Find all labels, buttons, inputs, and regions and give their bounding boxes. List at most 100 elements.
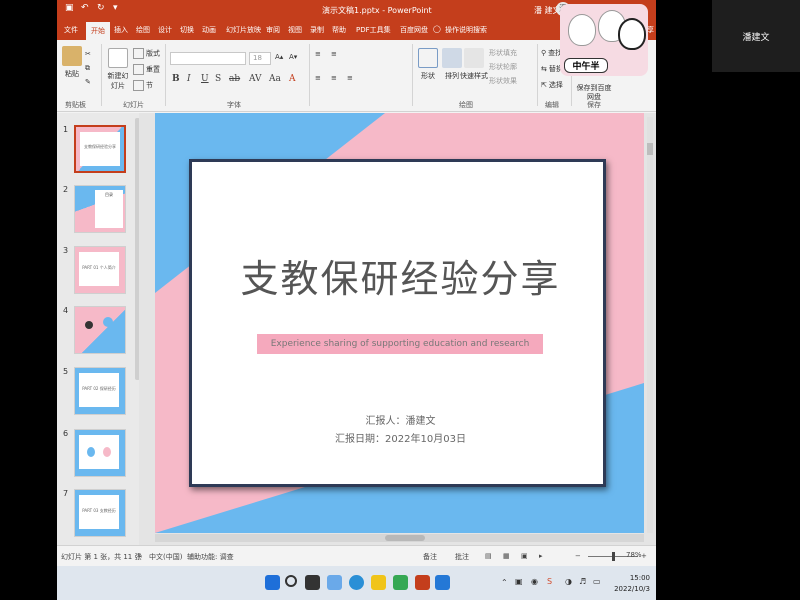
battery-icon[interactable]: ▭ [593, 577, 601, 586]
title-card: 支教保研经验分享 Experience sharing of supportin… [189, 159, 606, 487]
section-button[interactable]: 节 [133, 80, 153, 91]
tab-view[interactable]: 视图 [288, 25, 302, 35]
tray-app-icon[interactable]: ◉ [531, 577, 538, 586]
slide-thumbnail[interactable]: PART 02 保研经历 [74, 367, 126, 415]
tray-app-icon[interactable]: S [547, 577, 552, 586]
slide-title[interactable]: 支教保研经验分享 [192, 248, 609, 303]
slide-thumbnail[interactable]: PART 01 个人简介 [74, 246, 126, 294]
layout-button[interactable]: 版式 [133, 48, 160, 59]
tray-app-icon[interactable]: ▣ [515, 577, 523, 586]
numbering-icon[interactable]: ≡ [331, 50, 337, 58]
strikethrough-button[interactable]: ab [229, 74, 240, 84]
powerpoint-icon[interactable] [415, 575, 430, 590]
shapes-button[interactable]: 形状 [415, 48, 441, 81]
tab-baidu-netdisk[interactable]: 百度网盘 [400, 25, 428, 35]
bullets-icon[interactable]: ≡ [315, 50, 321, 58]
system-clock[interactable]: 15:00 2022/10/3 [610, 573, 650, 595]
slide-thumbnail[interactable]: 目录 [74, 185, 126, 233]
font-color-button[interactable]: A [289, 74, 296, 84]
zoom-level[interactable]: 78% [626, 551, 642, 559]
save-icon[interactable]: ▣ [65, 3, 74, 13]
copy-icon[interactable]: ⧉ [85, 64, 90, 73]
slide-thumbnail[interactable] [74, 429, 126, 477]
align-right-icon[interactable]: ≡ [347, 74, 353, 82]
tab-file[interactable]: 文件 [64, 25, 78, 35]
tab-slideshow[interactable]: 幻灯片放映 [226, 25, 261, 35]
start-icon[interactable] [265, 575, 280, 590]
divider [309, 44, 310, 106]
wifi-icon[interactable]: ◑ [565, 577, 572, 586]
notes-button[interactable]: 备注 [423, 552, 437, 562]
tray-chevron-icon[interactable]: ⌃ [501, 578, 508, 587]
quick-styles-button[interactable]: 快速样式 [460, 48, 488, 81]
panda-icon [618, 18, 646, 50]
tab-animations[interactable]: 动画 [202, 25, 216, 35]
zoom-out-icon[interactable]: − [575, 552, 581, 560]
normal-view-icon[interactable]: ▤ [485, 552, 492, 560]
slide-thumbnail[interactable]: PART 03 支教经历 [74, 489, 126, 537]
shape-outline-button[interactable]: 形状轮廓 [489, 62, 517, 72]
canvas-horizontal-scrollbar[interactable] [155, 534, 644, 542]
sorter-view-icon[interactable]: ▦ [503, 552, 510, 560]
task-view-icon[interactable] [305, 575, 320, 590]
find-button[interactable]: ⚲ 查找 [541, 48, 562, 58]
font-size-select[interactable]: 18 [249, 52, 271, 65]
tab-pdf-tools[interactable]: PDF工具集 [356, 25, 391, 35]
file-explorer-icon[interactable] [371, 575, 386, 590]
tab-draw[interactable]: 绘图 [136, 25, 150, 35]
shape-effects-button[interactable]: 形状效果 [489, 76, 517, 86]
undo-icon[interactable]: ↶ [81, 3, 89, 13]
tell-me-search[interactable]: 操作说明搜索 [445, 25, 487, 35]
spacing-button[interactable]: AV [249, 74, 262, 84]
underline-button[interactable]: U [201, 74, 209, 84]
shape-fill-button[interactable]: 形状填充 [489, 48, 517, 58]
search-icon[interactable] [285, 575, 297, 587]
italic-button[interactable]: I [187, 74, 191, 84]
reset-button[interactable]: 重置 [133, 64, 160, 75]
accessibility-status[interactable]: 辅助功能: 调查 [187, 552, 234, 562]
redo-icon[interactable]: ↻ [97, 3, 105, 13]
volume-icon[interactable]: ♬ [579, 577, 586, 586]
language-status[interactable]: 中文(中国) [149, 552, 182, 562]
tab-home[interactable]: 开始 [86, 22, 110, 40]
comments-button[interactable]: 批注 [455, 552, 469, 562]
slide-1[interactable]: 支教保研经验分享 Experience sharing of supportin… [155, 113, 644, 533]
slide-thumbnail[interactable] [74, 306, 126, 354]
tab-review[interactable]: 审阅 [266, 25, 280, 35]
participant-tile[interactable]: 潘建文 [712, 0, 800, 72]
report-date-text[interactable]: 汇报日期：2022年10月03日 [192, 430, 609, 445]
customize-icon[interactable]: ▾ [113, 3, 118, 13]
shadow-button[interactable]: S [215, 74, 221, 84]
tab-insert[interactable]: 插入 [114, 25, 128, 35]
slide-subtitle[interactable]: Experience sharing of supporting educati… [257, 334, 543, 354]
proofing-icon[interactable]: ✎ [137, 552, 143, 560]
canvas-vertical-scrollbar[interactable] [647, 117, 653, 533]
tab-help[interactable]: 帮助 [332, 25, 346, 35]
select-button[interactable]: ⇱ 选择 [541, 80, 563, 90]
cut-icon[interactable]: ✂ [85, 50, 91, 58]
scroll-thumb[interactable] [385, 535, 425, 541]
align-center-icon[interactable]: ≡ [331, 74, 337, 82]
decrease-font-icon[interactable]: A▾ [289, 53, 297, 61]
increase-font-icon[interactable]: A▴ [275, 53, 283, 61]
new-slide-button[interactable]: 新建幻灯片 [105, 48, 131, 91]
reading-view-icon[interactable]: ▣ [521, 552, 528, 560]
paste-button[interactable]: 粘贴 [59, 46, 85, 79]
slide-thumbnail[interactable]: 支教保研经验分享 [74, 125, 126, 173]
widgets-icon[interactable] [327, 575, 342, 590]
case-button[interactable]: Aa [269, 74, 281, 84]
wechat-icon[interactable] [393, 575, 408, 590]
format-painter-icon[interactable]: ✎ [85, 78, 91, 86]
reporter-text[interactable]: 汇报人：潘建文 [192, 412, 609, 427]
align-left-icon[interactable]: ≡ [315, 74, 321, 82]
slideshow-view-icon[interactable]: ▸ [539, 552, 543, 560]
tab-design[interactable]: 设计 [158, 25, 172, 35]
scroll-thumb[interactable] [647, 143, 653, 155]
edge-icon[interactable] [349, 575, 364, 590]
font-family-select[interactable] [170, 52, 246, 65]
tab-transitions[interactable]: 切换 [180, 25, 194, 35]
tab-record[interactable]: 录制 [310, 25, 324, 35]
zoom-slider-knob[interactable] [612, 552, 615, 561]
meeting-app-icon[interactable] [435, 575, 450, 590]
bold-button[interactable]: B [172, 74, 180, 84]
